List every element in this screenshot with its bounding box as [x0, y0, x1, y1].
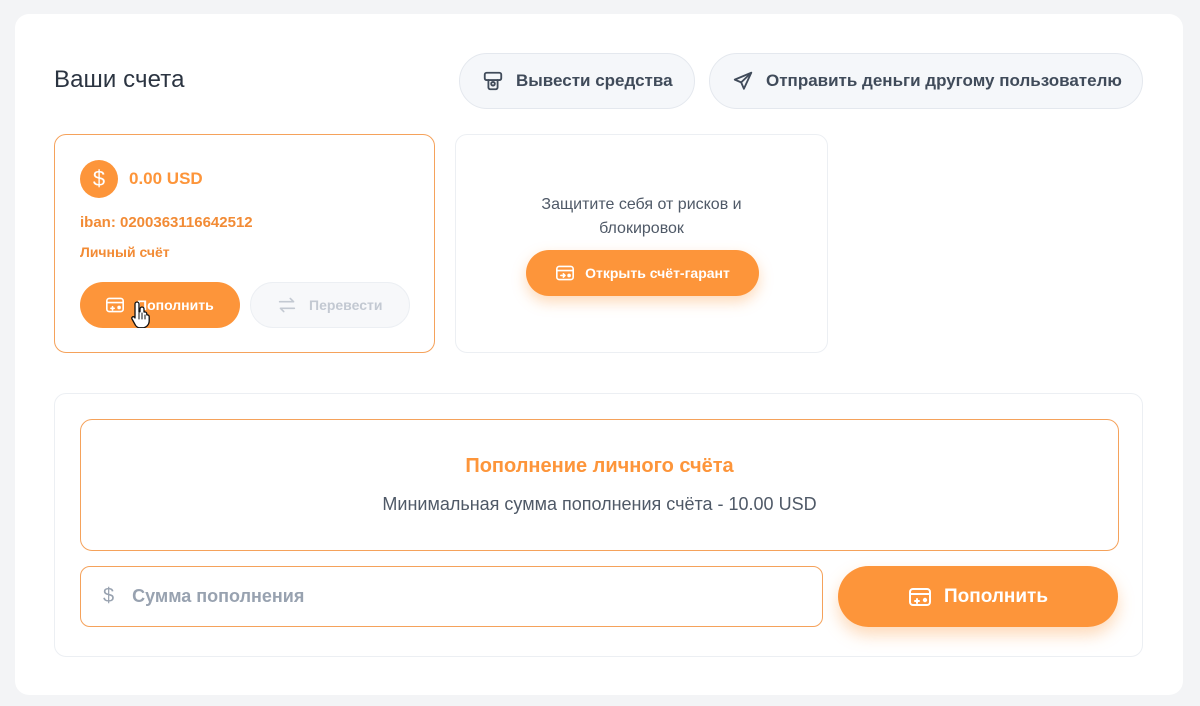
wallet-arrow-icon	[556, 265, 575, 281]
topup-section: Пополнение личного счёта Минимальная сум…	[54, 393, 1143, 657]
topup-title: Пополнение личного счёта	[465, 455, 734, 477]
send-icon	[733, 71, 753, 90]
send-money-label: Отправить деньги другому пользователю	[766, 71, 1122, 90]
wallet-plus-icon	[106, 297, 124, 313]
account-topup-button[interactable]: Пополнить	[80, 282, 240, 328]
atm-icon	[483, 71, 503, 91]
withdraw-label: Вывести средства	[516, 71, 673, 90]
dollar-icon: $	[103, 585, 115, 607]
account-transfer-button[interactable]: Перевести	[250, 282, 410, 328]
wallet-plus-icon	[908, 587, 931, 606]
topup-submit-button[interactable]: Пополнить	[838, 566, 1118, 627]
topup-submit-label: Пополнить	[943, 585, 1049, 607]
open-guarantee-label: Открыть счёт-гарант	[585, 265, 730, 281]
transfer-arrows-icon	[278, 297, 296, 313]
guarantee-text-line1: Защитите себя от рисков и	[541, 196, 742, 213]
personal-account-card[interactable]: $ 0.00 USD iban: 0200363116642512 Личный…	[54, 134, 435, 353]
guarantee-account-card: Защитите себя от рисков и блокировок Отк…	[455, 134, 828, 353]
withdraw-button[interactable]: Вывести средства	[459, 53, 695, 109]
account-balance: 0.00 USD	[129, 169, 203, 188]
account-transfer-label: Перевести	[309, 297, 383, 313]
page-title: Ваши счета	[54, 66, 185, 93]
amount-field[interactable]: $	[80, 566, 823, 627]
send-money-button[interactable]: Отправить деньги другому пользователю	[709, 53, 1143, 109]
amount-input[interactable]	[132, 586, 693, 607]
account-type: Личный счёт	[80, 244, 170, 260]
accounts-panel: Ваши счета Вывести средства Отправить де…	[15, 14, 1183, 695]
topup-min-amount: Минимальная сумма пополнения счёта - 10.…	[382, 494, 817, 514]
dollar-coin-icon: $	[80, 160, 118, 198]
guarantee-description: Защитите себя от рисков и блокировок	[456, 193, 827, 241]
topup-notice: Пополнение личного счёта Минимальная сум…	[80, 419, 1119, 551]
open-guarantee-button[interactable]: Открыть счёт-гарант	[526, 250, 759, 296]
account-topup-label: Пополнить	[137, 297, 214, 313]
account-iban: iban: 0200363116642512	[80, 214, 253, 231]
guarantee-text-line2: блокировок	[599, 220, 684, 237]
